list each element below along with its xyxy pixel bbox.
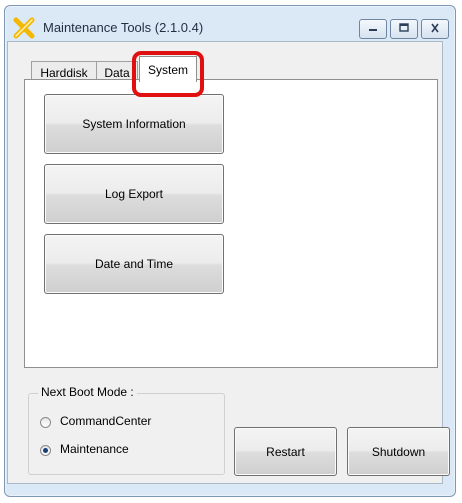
shutdown-button[interactable]: Shutdown <box>347 427 450 476</box>
commandcenter-label[interactable]: CommandCenter <box>60 414 151 428</box>
next-boot-mode-group <box>28 393 225 475</box>
radio-selected-dot <box>43 448 48 453</box>
tab-data-label: Data <box>104 65 130 80</box>
tools-icon <box>13 17 35 39</box>
system-information-button[interactable]: System Information <box>44 94 224 154</box>
minimize-button[interactable] <box>359 19 387 39</box>
close-button[interactable] <box>421 19 449 39</box>
maximize-icon <box>398 22 410 36</box>
commandcenter-radio[interactable] <box>40 417 51 428</box>
system-tab-highlight <box>132 51 204 97</box>
next-boot-mode-label: Next Boot Mode : <box>38 385 137 399</box>
maintenance-radio[interactable] <box>40 445 51 456</box>
date-and-time-button[interactable]: Date and Time <box>44 234 224 294</box>
minimize-icon <box>367 22 379 36</box>
close-icon <box>429 22 441 36</box>
date-and-time-label: Date and Time <box>94 257 174 271</box>
log-export-button[interactable]: Log Export <box>44 164 224 224</box>
maintenance-label[interactable]: Maintenance <box>60 442 129 456</box>
shutdown-label: Shutdown <box>371 444 426 459</box>
tab-harddisk-label: Harddisk <box>40 65 88 80</box>
title-bar[interactable]: Maintenance Tools (2.1.0.4) <box>5 6 455 46</box>
restart-button[interactable]: Restart <box>234 427 337 476</box>
window-title: Maintenance Tools (2.1.0.4) <box>43 20 204 35</box>
system-information-label: System Information <box>82 117 186 131</box>
log-export-label: Log Export <box>104 187 164 201</box>
maximize-button[interactable] <box>390 19 418 39</box>
restart-label: Restart <box>266 444 305 459</box>
